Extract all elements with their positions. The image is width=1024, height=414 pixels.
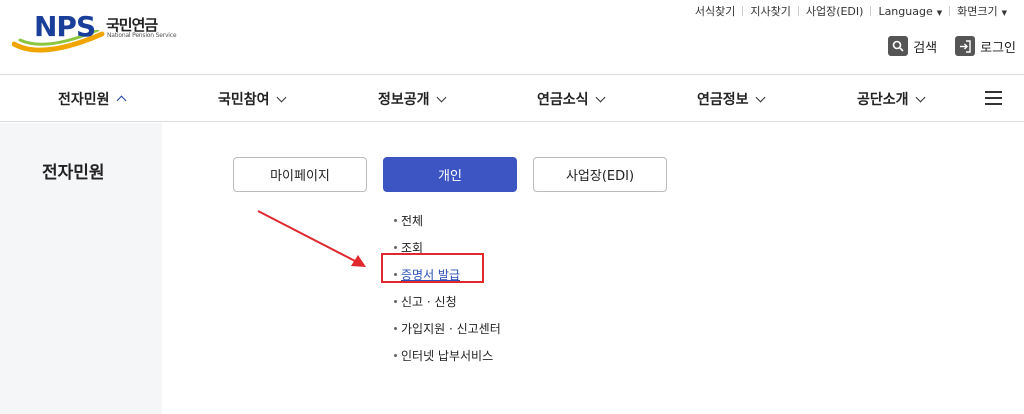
gnb-item-e-civil[interactable]: 전자민원 bbox=[58, 89, 126, 109]
bullet-icon bbox=[394, 327, 397, 330]
login-icon bbox=[955, 36, 976, 56]
tab-individual[interactable]: 개인 bbox=[383, 157, 517, 192]
util-branch-link[interactable]: 지사찾기 bbox=[743, 3, 797, 19]
nps-logo[interactable]: NPS 국민연금 National Pension Service bbox=[12, 8, 182, 60]
bullet-icon bbox=[394, 219, 397, 222]
sub-menu-label: 신고 · 신청 bbox=[401, 295, 457, 309]
search-label: 검색 bbox=[913, 40, 938, 56]
bullet-icon bbox=[394, 354, 397, 357]
caret-down-icon: ▼ bbox=[1001, 9, 1007, 17]
side-panel: 전자민원 bbox=[0, 123, 162, 414]
chevron-down-icon bbox=[915, 92, 925, 102]
header-actions: 검색 로그인 bbox=[888, 36, 1016, 56]
tab-mypage[interactable]: 마이페이지 bbox=[233, 157, 367, 192]
sub-menu-label: 전체 bbox=[401, 214, 424, 228]
sub-menu-label: 인터넷 납부서비스 bbox=[401, 349, 494, 363]
chevron-down-icon bbox=[755, 92, 765, 102]
login-button[interactable]: 로그인 bbox=[955, 36, 1016, 56]
chevron-up-icon bbox=[116, 95, 126, 106]
chevron-down-icon bbox=[276, 92, 286, 102]
gnb-item-disclosure[interactable]: 정보공개 bbox=[378, 89, 446, 109]
search-icon bbox=[888, 36, 909, 56]
util-forms-link[interactable]: 서식찾기 bbox=[688, 3, 742, 19]
tab-business-edi[interactable]: 사업장(EDI) bbox=[533, 157, 667, 192]
util-language-dropdown[interactable]: Language ▼ bbox=[871, 5, 949, 18]
menu-icon[interactable] bbox=[985, 91, 1002, 105]
sub-menu-item-support-center[interactable]: 가입지원 · 신고센터 bbox=[394, 315, 501, 342]
global-nav: 전자민원 국민참여 정보공개 연금소식 연금정보 공단소개 bbox=[0, 75, 1024, 122]
bullet-icon bbox=[394, 246, 397, 249]
util-edi-link[interactable]: 사업장(EDI) bbox=[799, 3, 871, 19]
gnb-label: 연금소식 bbox=[537, 92, 589, 108]
sub-menu-label: 가입지원 · 신고센터 bbox=[401, 322, 501, 336]
sub-menu-list: 전체 조회 증명서 발급 신고 · 신청 가입지원 · 신고센터 인터넷 납부서… bbox=[394, 207, 501, 369]
gnb-item-pension-info[interactable]: 연금정보 bbox=[697, 89, 765, 109]
site-header: NPS 국민연금 National Pension Service 서식찾기 지… bbox=[0, 0, 1024, 75]
bullet-icon bbox=[394, 300, 397, 303]
gnb-item-about[interactable]: 공단소개 bbox=[857, 89, 925, 109]
side-title: 전자민원 bbox=[42, 163, 105, 183]
gnb-label: 국민참여 bbox=[218, 92, 270, 108]
sub-menu-item-all[interactable]: 전체 bbox=[394, 207, 501, 234]
caret-down-icon: ▼ bbox=[936, 8, 943, 17]
gnb-item-news[interactable]: 연금소식 bbox=[537, 89, 605, 109]
gnb-label: 정보공개 bbox=[378, 92, 430, 108]
logo-nps-text: NPS bbox=[34, 10, 96, 43]
util-language-label: Language bbox=[878, 4, 933, 18]
gnb-label: 공단소개 bbox=[857, 92, 909, 108]
red-arrow-icon bbox=[257, 210, 366, 267]
chevron-down-icon bbox=[595, 92, 605, 102]
login-label: 로그인 bbox=[980, 40, 1016, 56]
util-screen-size-dropdown[interactable]: 화면크기 ▼ bbox=[950, 3, 1014, 19]
chevron-down-icon bbox=[436, 92, 446, 102]
logo-english-text: National Pension Service bbox=[107, 32, 177, 39]
utility-links: 서식찾기 지사찾기 사업장(EDI) Language ▼ 화면크기 ▼ bbox=[688, 3, 1014, 19]
gnb-label: 연금정보 bbox=[697, 92, 749, 108]
gnb-item-participation[interactable]: 국민참여 bbox=[218, 89, 286, 109]
sub-menu-item-report[interactable]: 신고 · 신청 bbox=[394, 288, 501, 315]
sub-menu-item-payment[interactable]: 인터넷 납부서비스 bbox=[394, 342, 501, 369]
util-screen-size-label: 화면크기 bbox=[957, 5, 998, 18]
highlight-box bbox=[381, 253, 484, 283]
gnb-label: 전자민원 bbox=[58, 92, 110, 108]
search-button[interactable]: 검색 bbox=[888, 36, 937, 56]
